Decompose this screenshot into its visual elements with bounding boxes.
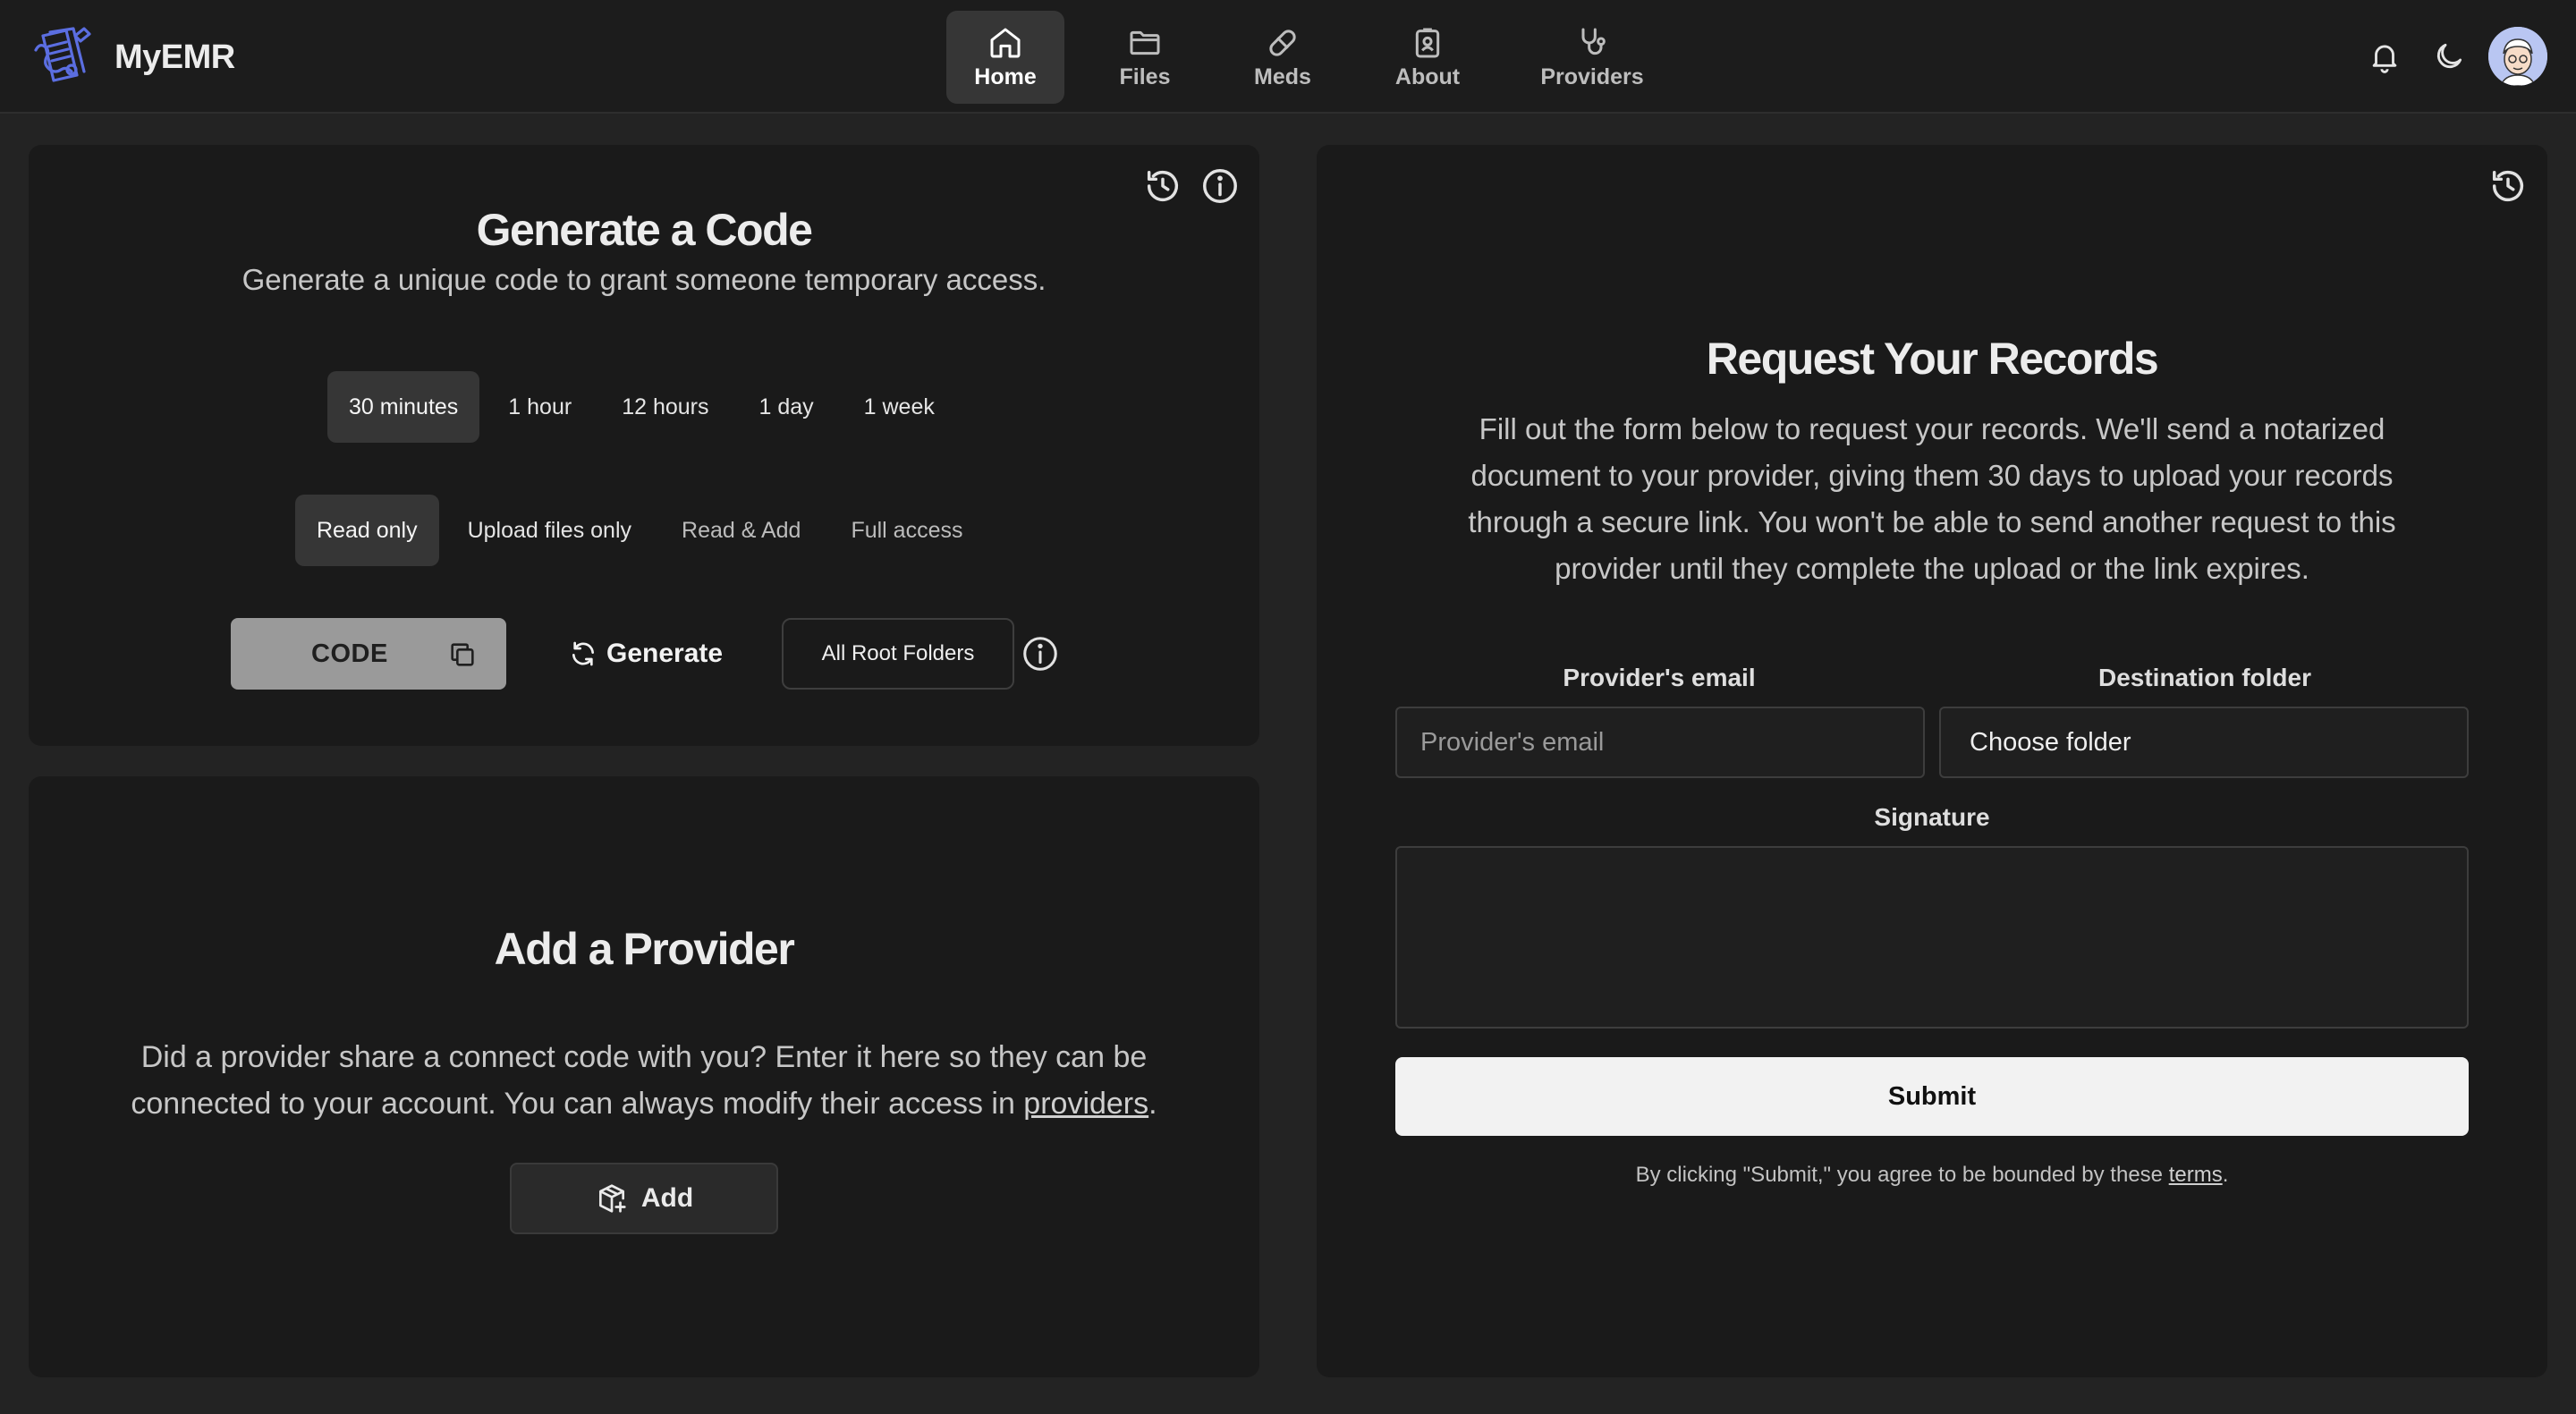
id-badge-icon: [1415, 28, 1440, 57]
generate-button[interactable]: Generate: [569, 618, 723, 690]
bell-icon: [2372, 45, 2397, 73]
add-provider-button[interactable]: Add: [510, 1163, 778, 1234]
copy-code-button[interactable]: CODE: [231, 618, 506, 690]
terms-link[interactable]: terms: [2169, 1163, 2223, 1187]
nav-home-label: Home: [974, 64, 1037, 89]
request-records-actions: [2478, 159, 2535, 213]
nav-home[interactable]: Home: [946, 11, 1064, 104]
nav-files-label: Files: [1119, 64, 1171, 89]
destination-folder-label: Destination folder: [2097, 664, 2311, 691]
stethoscope-icon: [1581, 28, 1606, 55]
access-option[interactable]: Full access: [829, 495, 984, 566]
logo-icon: [34, 27, 91, 82]
signature-label: Signature: [1874, 803, 1990, 831]
add-provider-card: Add a Provider Did a provider share a co…: [29, 776, 1259, 1377]
duration-option[interactable]: 1 day: [737, 371, 835, 443]
folder-icon: [1130, 30, 1160, 55]
duration-option[interactable]: 1 week: [843, 371, 956, 443]
add-provider-title: Add a Provider: [494, 924, 795, 974]
info-icon[interactable]: [1020, 633, 1061, 674]
request-records-title: Request Your Records: [1706, 334, 2159, 384]
signature-pad[interactable]: [1395, 846, 2469, 1029]
package-plus-icon: [598, 1184, 626, 1213]
submit-button[interactable]: Submit: [1395, 1057, 2469, 1136]
main-nav: Home Files Meds About Providers: [946, 11, 1669, 104]
request-records-description: Fill out the form below to request your …: [1468, 412, 2396, 585]
provider-email-label: Provider's email: [1563, 664, 1756, 691]
request-records-card: Request Your Records Fill out the form b…: [1317, 145, 2547, 1377]
nav-meds[interactable]: Meds: [1225, 11, 1340, 104]
destination-folder-select[interactable]: Choose folder: [1939, 707, 2469, 778]
nav-about-label: About: [1394, 64, 1461, 89]
terms-text: By clicking "Submit," you agree to be bo…: [1635, 1163, 2169, 1187]
theme-toggle-button[interactable]: [2420, 28, 2478, 85]
info-icon: [1203, 169, 1237, 203]
provider-email-field[interactable]: Provider's email: [1395, 707, 1925, 778]
notifications-button[interactable]: [2356, 28, 2413, 85]
nav-providers[interactable]: Providers: [1515, 11, 1669, 104]
add-provider-description: Did a provider share a connect code with…: [100, 1034, 1188, 1127]
add-label: Add: [640, 1183, 694, 1213]
history-icon: [2492, 170, 2524, 202]
code-label: CODE: [311, 639, 388, 668]
generate-code-subtitle: Generate a unique code to grant someone …: [242, 263, 1046, 296]
copy-icon: [451, 643, 474, 666]
nav-meds-label: Meds: [1254, 64, 1311, 89]
access-option[interactable]: Read only: [295, 495, 439, 566]
access-option[interactable]: Upload files only: [446, 495, 653, 566]
home-icon: [990, 28, 1021, 57]
header-actions: [2349, 27, 2547, 86]
moon-icon: [2436, 43, 2462, 69]
access-option[interactable]: Read & Add: [660, 495, 822, 566]
root-folders-select[interactable]: All Root Folders: [782, 618, 1014, 690]
top-navigation-bar: MyEMR Home Files Meds About Providers: [0, 0, 2576, 114]
pill-icon: [1269, 29, 1296, 56]
nav-providers-label: Providers: [1540, 64, 1644, 89]
refresh-icon: [572, 641, 594, 666]
duration-option[interactable]: 12 hours: [600, 371, 730, 443]
add-provider-desc-end: .: [1148, 1087, 1157, 1121]
duration-option[interactable]: 1 hour: [487, 371, 593, 443]
brand[interactable]: MyEMR: [30, 23, 235, 91]
generate-code-card: Generate a Code Generate a unique code t…: [29, 145, 1259, 746]
terms-end: .: [2222, 1163, 2229, 1187]
nav-about[interactable]: About: [1340, 11, 1515, 104]
generate-label: Generate: [606, 639, 724, 668]
nav-files[interactable]: Files: [1064, 11, 1225, 104]
providers-link[interactable]: providers: [1023, 1087, 1148, 1121]
terms-notice: By clicking "Submit," you agree to be bo…: [1395, 1163, 2469, 1188]
add-provider-desc-text: Did a provider share a connect code with…: [131, 1040, 1148, 1121]
duration-selector: 30 minutes 1 hour 12 hours 1 day 1 week: [327, 371, 956, 443]
access-level-selector: Read only Upload files only Read & Add F…: [295, 495, 985, 566]
history-icon: [1147, 170, 1179, 202]
generate-code-title: Generate a Code: [476, 205, 813, 255]
duration-option[interactable]: 30 minutes: [327, 371, 480, 443]
avatar[interactable]: [2488, 27, 2547, 86]
request-history-button[interactable]: [2481, 159, 2535, 213]
user-avatar-icon: [2488, 27, 2547, 86]
app-name: MyEMR: [114, 38, 235, 76]
